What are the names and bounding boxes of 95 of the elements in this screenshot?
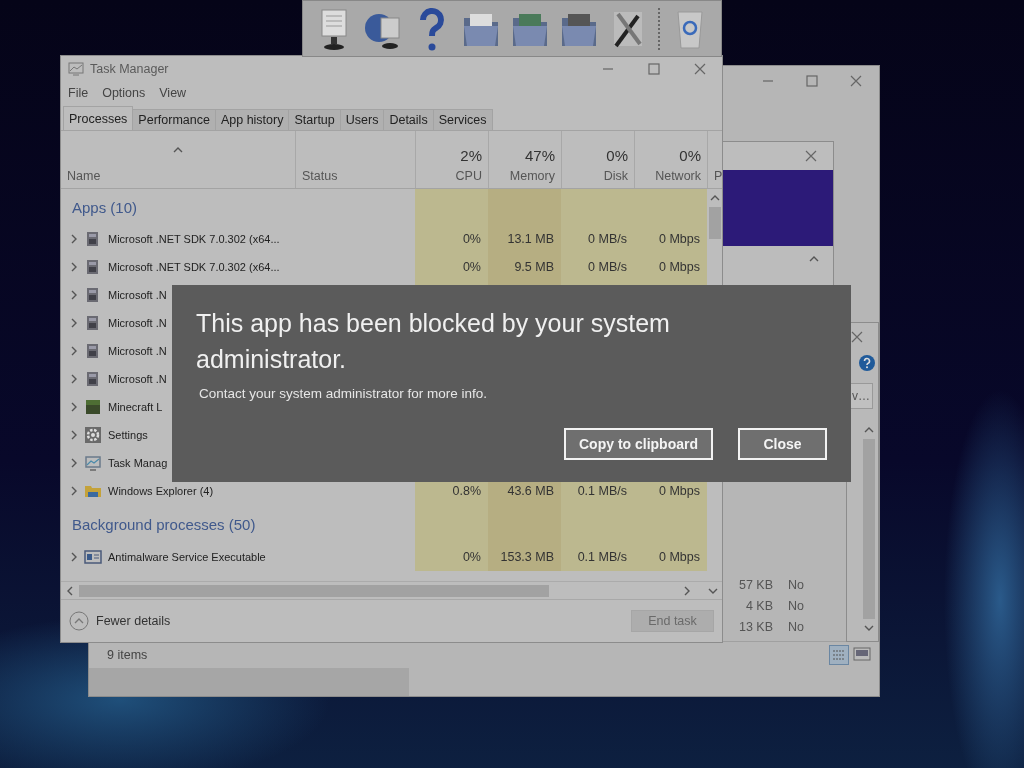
process-name: Task Manag [108, 457, 168, 469]
scroll-thumb[interactable] [79, 584, 549, 597]
task-manager-icon [68, 60, 84, 77]
tab[interactable]: Details [383, 109, 434, 130]
process-name: Microsoft .N [108, 345, 167, 357]
value-text: No [788, 619, 804, 634]
tab[interactable]: Startup [288, 109, 341, 130]
column-header[interactable]: 47% Memory [488, 131, 561, 188]
scroll-up-icon[interactable] [809, 254, 819, 264]
dialog-message: Contact your system administrator for more info. [199, 386, 489, 401]
menu-item[interactable]: Options [102, 86, 146, 100]
group-heading: Apps (10) [71, 198, 139, 216]
value-text: No [788, 577, 804, 592]
toolbar-separator [657, 5, 662, 52]
process-row[interactable]: Antimalware Service Executable 0% 153.3 MB 0.1 MB/s 0 Mbps [61, 543, 707, 571]
expand-icon[interactable] [69, 402, 79, 412]
value-cell: 0.1 MB/s [561, 543, 634, 571]
dialog-button[interactable]: Copy to clipboard [564, 428, 713, 460]
dialog-title: This app has been blocked by your system administrator. [196, 308, 671, 375]
tab[interactable]: Services [432, 109, 493, 130]
fewer-details-link[interactable]: Fewer details [96, 614, 171, 628]
scroll-up-icon[interactable] [709, 193, 720, 203]
value-cell: 0% [415, 253, 488, 281]
value-cell: 0 MB/s [561, 253, 634, 281]
collapse-icon[interactable] [69, 611, 89, 631]
expand-icon[interactable] [69, 290, 79, 300]
scroll-down-icon[interactable] [864, 623, 874, 633]
process-name: Microsoft .NET SDK 7.0.302 (x64... [108, 233, 280, 245]
expand-icon[interactable] [69, 486, 79, 496]
expand-icon[interactable] [69, 458, 79, 468]
dialog-button[interactable]: Close [738, 428, 827, 460]
value-cell: 0% [415, 225, 488, 253]
column-header[interactable]: 0% Disk [561, 131, 634, 188]
value-cell: 0 MB/s [561, 225, 634, 253]
expand-icon[interactable] [69, 318, 79, 328]
tab[interactable]: App history [214, 109, 290, 130]
scroll-left-icon[interactable] [65, 585, 75, 596]
process-row[interactable]: Microsoft .NET SDK 7.0.302 (x64... 0% 9.5 MB 0 MB/s 0 Mbps [61, 253, 707, 281]
expand-icon[interactable] [69, 374, 79, 384]
close-button[interactable] [851, 331, 863, 343]
menu-item[interactable]: View [159, 86, 187, 100]
value-cell: 0% [415, 543, 488, 571]
process-name: Microsoft .NET SDK 7.0.302 (x64... [108, 261, 280, 273]
maximize-button[interactable] [806, 75, 818, 87]
tab[interactable]: Processes [63, 106, 134, 130]
monitor-icon [84, 454, 102, 472]
column-header[interactable]: 2% CPU [415, 131, 488, 188]
process-name: Microsoft .N [108, 373, 167, 385]
process-name: Microsoft .N [108, 289, 167, 301]
process-name: Minecraft L [108, 401, 163, 413]
column-header[interactable]: P [707, 131, 723, 188]
size-text: 13 KB [737, 619, 773, 634]
sort-caret-icon [173, 145, 183, 155]
expand-icon[interactable] [69, 234, 79, 244]
value-cell: 0 Mbps [634, 543, 707, 571]
process-row[interactable]: Microsoft .NET SDK 7.0.302 (x64... 0% 13.1 MB 0 MB/s 0 Mbps [61, 225, 707, 253]
dropdown-field[interactable]: v… [851, 383, 873, 409]
value-cell: 9.5 MB [488, 253, 561, 281]
process-name: Microsoft .N [108, 317, 167, 329]
size-text: 57 KB [737, 577, 773, 592]
preview-view-icon[interactable] [853, 645, 871, 663]
expand-icon[interactable] [69, 552, 79, 562]
value-cell: 13.1 MB [488, 225, 561, 253]
value-cell: 0 Mbps [634, 253, 707, 281]
column-header[interactable]: Status [295, 131, 415, 188]
scroll-right-icon[interactable] [682, 585, 692, 596]
expand-icon[interactable] [69, 262, 79, 272]
help-icon[interactable] [859, 355, 875, 371]
column-header[interactable]: 0% Network [634, 131, 707, 188]
process-name: Settings [108, 429, 148, 441]
value-cell: 153.3 MB [488, 543, 561, 571]
tab[interactable]: Users [339, 109, 385, 130]
block-icon [84, 398, 102, 416]
window-icon [84, 548, 102, 566]
tab[interactable]: Performance [132, 109, 216, 130]
scroll-up-icon[interactable] [864, 425, 874, 435]
value-cell: 0 Mbps [634, 225, 707, 253]
maximize-button[interactable] [648, 62, 660, 75]
close-button[interactable] [850, 75, 862, 87]
process-name: Windows Explorer (4) [108, 485, 214, 497]
window-title: Task Manager [90, 61, 170, 76]
close-button[interactable] [694, 62, 706, 75]
menu-item[interactable]: File [68, 86, 89, 100]
expand-icon[interactable] [69, 346, 79, 356]
settings-icon [84, 426, 102, 444]
close-button[interactable] [805, 150, 817, 162]
column-header[interactable]: Name [67, 169, 101, 183]
value-text: No [788, 598, 804, 613]
group-heading: Background processes (50) [71, 515, 257, 533]
status-text: 9 items [107, 648, 148, 662]
scroll-thumb[interactable] [708, 207, 721, 239]
horizontal-scrollbar[interactable] [61, 581, 722, 599]
size-text: 4 KB [744, 598, 773, 613]
process-name: Antimalware Service Executable [108, 551, 266, 563]
expand-icon[interactable] [69, 430, 79, 440]
